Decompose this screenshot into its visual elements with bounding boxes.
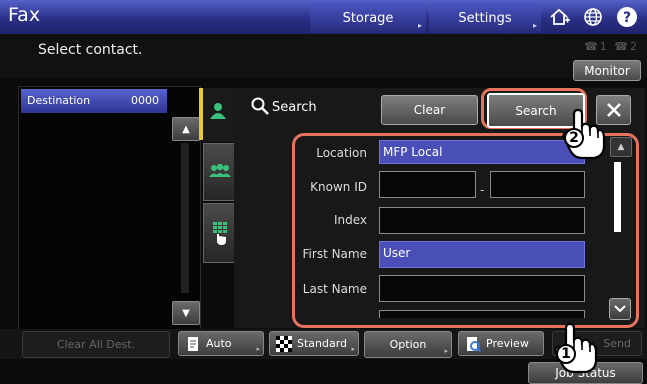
destination-scrollbar: ▲ ▼ [172,113,200,328]
auto-label: Auto [206,337,232,350]
step-number-2: 2 [564,128,584,148]
message-bar: Select contact. ☎1 ☎2 Monitor [0,34,647,81]
svg-text:?: ? [623,10,631,26]
tab-settings[interactable]: Settings ▸ [429,3,541,33]
known-id-label: Known ID [310,180,367,194]
form-scroll-down-button[interactable] [609,298,631,320]
form-scroll-up-button[interactable]: ▲ [610,137,632,157]
group-icon [208,163,231,177]
option-label: Option [389,338,427,351]
bottom-toolbar: Clear All Dest. Auto ▸ Standard ▸ Option… [0,329,647,359]
next-field-partial[interactable] [379,310,585,318]
callout-step-2: 2 [560,108,606,160]
last-name-label: Last Name [302,282,367,296]
chevron-icon: ▸ [532,21,537,30]
tab-storage[interactable]: Storage ▸ [310,3,426,33]
search-title: Search [272,100,317,115]
chevron-icon: ▸ [444,347,448,355]
destination-count: 0000 [131,94,159,107]
chevron-up-icon: ▲ [182,123,190,135]
close-icon [606,103,621,117]
magnifier-document-icon [467,336,481,352]
help-icon[interactable]: ? [615,6,639,28]
scroll-down-button[interactable]: ▼ [172,301,200,325]
chevron-icon: ▸ [256,345,260,353]
standard-button[interactable]: Standard ▸ [269,331,359,356]
header-bar: Fax Storage ▸ Settings ▸ ? [0,0,647,34]
instruction-message: Select contact. [38,42,143,58]
tab-storage-label: Storage [342,10,394,26]
callout-step-1: 1 [552,322,598,374]
destination-panel: Destination 0000 ▲ ▼ [18,86,201,330]
first-name-field[interactable]: User [379,241,585,268]
home-add-icon[interactable] [548,6,572,28]
tab-group-contacts[interactable] [203,143,236,201]
chevron-up-icon: ▲ [617,142,625,152]
clear-all-destinations-button[interactable]: Clear All Dest. [22,331,170,358]
preview-label: Preview [486,337,529,350]
destination-header[interactable]: Destination 0000 [21,89,167,113]
location-field[interactable]: MFP Local [379,140,585,164]
line-status-indicators: ☎1 ☎2 [584,40,639,53]
step-number-1: 1 [556,344,576,364]
chevron-down-icon: ▼ [182,307,190,319]
option-button[interactable]: Option ▸ [364,331,452,358]
form-scrollbar-thumb[interactable] [614,162,621,232]
person-icon [210,103,226,119]
standard-label: Standard [297,337,348,350]
location-label: Location [316,146,367,160]
first-name-label: First Name [302,247,367,261]
app-title: Fax [8,4,41,26]
last-name-field[interactable] [379,275,585,302]
monitor-button[interactable]: Monitor [573,60,641,81]
tab-settings-label: Settings [458,10,512,26]
destination-label: Destination [27,94,91,107]
scroll-up-button[interactable]: ▲ [172,117,200,141]
chevron-icon: ▸ [351,345,355,353]
search-icon [251,97,269,115]
keypad-icon [212,222,227,245]
tab-keypad[interactable] [203,203,236,263]
checker-icon [276,335,292,352]
preview-button[interactable]: Preview [458,331,544,356]
scroll-track[interactable] [181,143,189,293]
index-label: Index [333,213,367,227]
chevron-icon: ▸ [417,21,422,30]
index-field[interactable] [379,207,585,234]
chevron-down-icon [614,305,626,313]
document-icon [188,336,198,351]
clear-button[interactable]: Clear [381,95,478,125]
known-id-separator: - [480,183,485,197]
known-id-field-1[interactable] [379,171,476,198]
auto-button[interactable]: Auto ▸ [178,331,264,356]
known-id-field-2[interactable] [490,171,585,198]
globe-icon[interactable] [581,6,605,28]
